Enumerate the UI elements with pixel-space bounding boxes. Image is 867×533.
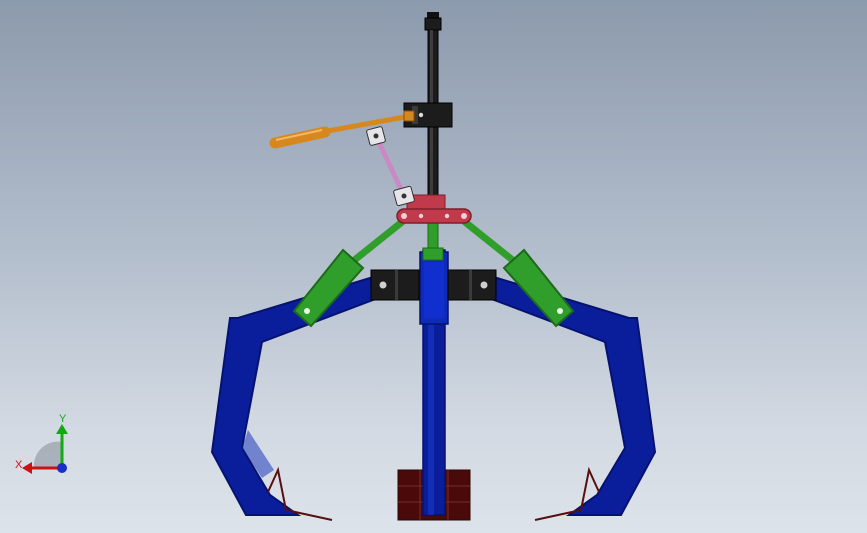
y-axis-label: Y [59,413,67,425]
cad-viewport[interactable]: Y X [0,0,867,533]
x-axis-arrow [22,462,32,474]
y-axis-arrow [56,424,68,434]
coordinate-triad-icon: Y X [15,413,68,474]
left-claw-arm[interactable] [210,276,380,521]
right-mount-block[interactable] [447,269,497,301]
triad-plane [33,441,62,468]
center-arm[interactable] [419,249,449,516]
pink-connecting-link[interactable] [366,126,415,207]
x-axis-label: X [15,459,23,471]
left-mount-block[interactable] [370,269,420,301]
orange-handle[interactable] [269,110,415,149]
grabber-assembly-model[interactable] [0,0,867,533]
right-claw-arm[interactable] [487,276,657,521]
center-green-linkage[interactable] [422,217,444,261]
z-axis-marker [57,463,67,473]
